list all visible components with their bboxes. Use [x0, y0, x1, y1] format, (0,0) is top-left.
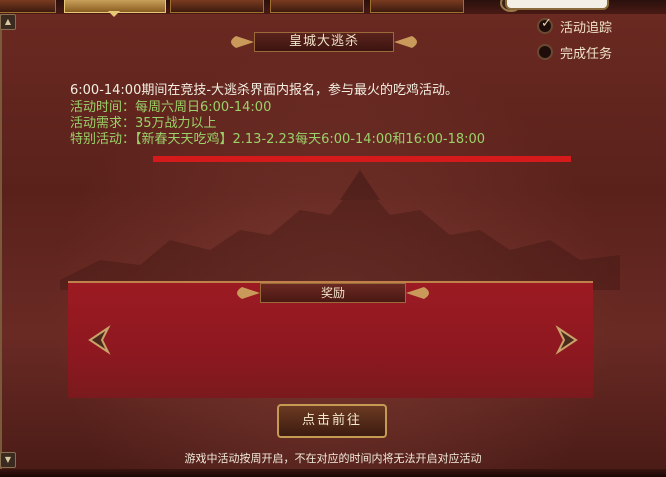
active-tab-pointer-icon: [108, 11, 120, 17]
tab-3[interactable]: [170, 0, 264, 13]
tab-1[interactable]: [0, 0, 56, 13]
scroll-rail[interactable]: [0, 14, 2, 469]
palace-silhouette-icon: [60, 170, 620, 290]
prev-reward-arrow-icon[interactable]: [86, 325, 114, 355]
top-right-field[interactable]: [505, 0, 609, 10]
scroll-up-icon[interactable]: ▲: [0, 14, 16, 30]
tab-4[interactable]: [270, 0, 364, 13]
track-checkbox[interactable]: ✓: [537, 16, 553, 34]
right-ornament-icon: [394, 36, 417, 48]
bottom-border: [0, 469, 666, 477]
event-title-banner: 皇城大逃杀: [226, 30, 422, 54]
rewards-title: 奖励: [320, 286, 345, 300]
track-label: 活动追踪: [560, 20, 613, 36]
rewards-right-ornament-icon: [406, 287, 429, 299]
event-window: ▲ ▼ 皇城大逃杀 ✓ 活动追踪 完成任务 6:00-14:00期间在竞技-大逃…: [0, 0, 666, 477]
special-event: 特别活动：【新春天天吃鸡】2.13-2.23每天6:00-14:00和16:00…: [70, 132, 486, 147]
left-ornament-icon: [231, 36, 254, 48]
complete-option[interactable]: 完成任务: [537, 42, 612, 62]
checkmark-icon: ✓: [541, 16, 552, 31]
red-underline: [153, 156, 571, 162]
complete-checkbox[interactable]: [537, 44, 553, 60]
go-button[interactable]: 点击前往: [277, 404, 387, 438]
complete-label: 完成任务: [560, 46, 613, 62]
next-reward-arrow-icon[interactable]: [552, 325, 580, 355]
event-title: 皇城大逃杀: [288, 34, 359, 49]
rewards-left-ornament-icon: [237, 287, 260, 299]
rewards-title-banner: 奖励: [230, 283, 436, 303]
tab-5[interactable]: [370, 0, 464, 13]
tab-strip: [0, 0, 666, 17]
track-option[interactable]: ✓ 活动追踪: [537, 16, 612, 36]
footer-note: 游戏中活动按周开启，不在对应的时间内将无法开启对应活动: [184, 452, 482, 465]
